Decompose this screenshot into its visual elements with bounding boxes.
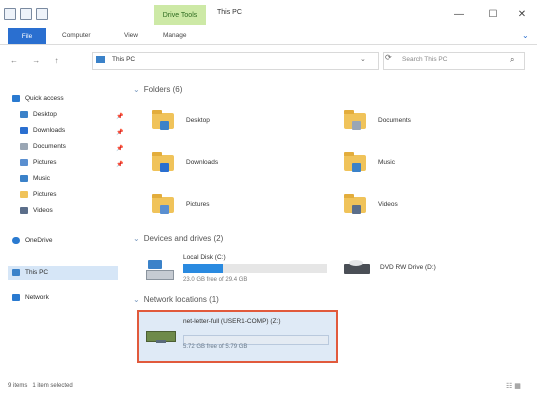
music-icon — [352, 163, 361, 172]
sidebar-item-label: OneDrive — [25, 237, 53, 244]
pin-icon: 📌 — [116, 114, 124, 120]
this-pc-icon — [96, 56, 105, 63]
folder-item-music[interactable]: Music — [340, 150, 490, 176]
sidebar-item-label: Network — [25, 294, 49, 301]
desktop-icon — [160, 121, 169, 130]
chevron-down-icon: ⌄ — [133, 295, 140, 304]
chevron-down-icon: ⌄ — [133, 234, 140, 243]
contextual-tab-drive-tools[interactable]: Drive Tools — [154, 5, 206, 25]
sidebar-item-label: Pictures — [33, 159, 57, 166]
desktop-icon — [20, 111, 28, 118]
folder-item-documents[interactable]: Documents — [340, 108, 490, 134]
close-button[interactable]: ✕ — [507, 6, 537, 22]
download-icon — [160, 163, 169, 172]
sidebar-item-onedrive[interactable]: OneDrive — [12, 237, 52, 244]
document-icon — [20, 143, 28, 150]
sidebar-item-label: This PC — [25, 269, 49, 276]
download-icon — [20, 127, 28, 134]
folder-item-downloads[interactable]: Downloads — [150, 150, 280, 176]
video-icon — [352, 205, 361, 214]
folder-label: Pictures — [186, 201, 210, 208]
picture-icon — [160, 205, 169, 214]
document-icon — [352, 121, 361, 130]
group-header-folders[interactable]: ⌄ Folders (6) — [133, 85, 182, 94]
sidebar-item-label: Music — [33, 175, 50, 182]
address-path[interactable]: This PC — [112, 56, 135, 63]
sidebar-item-pictures[interactable]: Pictures — [20, 159, 56, 166]
sidebar-item-label: Downloads — [33, 127, 66, 134]
folder-label: Desktop — [186, 117, 210, 124]
drive-free-space: 23.0 GB free of 29.4 GB — [183, 277, 248, 283]
folder-label: Downloads — [186, 159, 219, 166]
search-placeholder[interactable]: Search This PC — [402, 56, 447, 63]
tab-file[interactable]: File — [8, 28, 46, 44]
video-icon — [20, 207, 28, 214]
sidebar-item-label: Videos — [33, 207, 53, 214]
group-header-devices[interactable]: ⌄ Devices and drives (2) — [133, 234, 223, 243]
picture-icon — [20, 159, 28, 166]
pin-icon: 📌 — [116, 146, 124, 152]
status-item-count: 9 items — [8, 383, 28, 389]
chevron-down-icon: ⌄ — [133, 85, 140, 94]
network-drive-icon — [146, 325, 176, 345]
computer-icon — [12, 269, 20, 276]
sidebar-item-downloads[interactable]: Downloads — [20, 127, 65, 134]
new-folder-icon[interactable] — [36, 8, 48, 20]
folder-label: Videos — [378, 201, 398, 208]
sidebar-item-label: Desktop — [33, 111, 57, 118]
music-icon — [20, 175, 28, 182]
search-icon[interactable]: ⌕ — [510, 55, 514, 65]
folder-label: Documents — [378, 117, 411, 124]
status-bar: 9 items 1 item selected — [8, 383, 73, 389]
sidebar-item-quick-access[interactable]: Quick access — [12, 95, 64, 102]
network-icon — [12, 294, 20, 301]
folder-icon[interactable] — [4, 8, 16, 20]
sidebar-item-music[interactable]: Music — [20, 175, 50, 182]
sidebar-item-label: Documents — [33, 143, 66, 150]
sidebar-item-this-pc[interactable]: This PC — [12, 269, 48, 276]
folder-label: Music — [378, 159, 395, 166]
star-icon — [12, 95, 20, 102]
cloud-icon — [12, 237, 20, 244]
minimize-button[interactable]: — — [444, 6, 474, 22]
navigation-arrows[interactable]: ← → ↑ — [10, 56, 64, 65]
refresh-icon[interactable]: ⟳ — [385, 53, 392, 62]
ribbon-expand-icon[interactable]: ⌄ — [522, 31, 529, 40]
window-title: This PC — [217, 9, 242, 16]
drive-label: DVD RW Drive (D:) — [380, 264, 436, 271]
maximize-button[interactable]: ☐ — [478, 6, 508, 22]
hard-drive-icon — [146, 258, 174, 280]
folder-icon — [20, 191, 28, 198]
sidebar-item-desktop[interactable]: Desktop — [20, 111, 57, 118]
folder-item-pictures[interactable]: Pictures — [150, 192, 280, 218]
folder-item-videos[interactable]: Videos — [340, 192, 490, 218]
pin-icon: 📌 — [116, 130, 124, 136]
sidebar-item-label: Quick access — [25, 95, 64, 102]
sidebar-item-videos[interactable]: Videos — [20, 207, 53, 214]
tab-computer[interactable]: Computer — [62, 32, 91, 39]
drive-label: Local Disk (C:) — [183, 254, 226, 261]
drive-usage-fill — [183, 264, 223, 273]
group-header-network[interactable]: ⌄ Network locations (1) — [133, 295, 219, 304]
drive-label: net-letter-full (USER1-COMP) (Z:) — [183, 318, 281, 325]
view-toggle-icon[interactable]: ☷ ▦ — [506, 382, 521, 390]
tab-view[interactable]: View — [124, 32, 138, 39]
properties-icon[interactable] — [20, 8, 32, 20]
pin-icon: 📌 — [116, 162, 124, 168]
dvd-drive-icon — [344, 260, 370, 276]
drive-free-space: 5.72 GB free of 5.79 GB — [183, 344, 248, 350]
address-dropdown-icon[interactable]: ⌄ — [360, 55, 366, 63]
sidebar-item-network[interactable]: Network — [12, 294, 49, 301]
sidebar-item-pictures-folder[interactable]: Pictures — [20, 191, 56, 198]
folder-item-desktop[interactable]: Desktop — [150, 108, 280, 134]
tab-manage[interactable]: Manage — [163, 32, 187, 39]
sidebar-item-documents[interactable]: Documents — [20, 143, 66, 150]
status-selection: 1 item selected — [32, 383, 73, 389]
sidebar-item-label: Pictures — [33, 191, 57, 198]
